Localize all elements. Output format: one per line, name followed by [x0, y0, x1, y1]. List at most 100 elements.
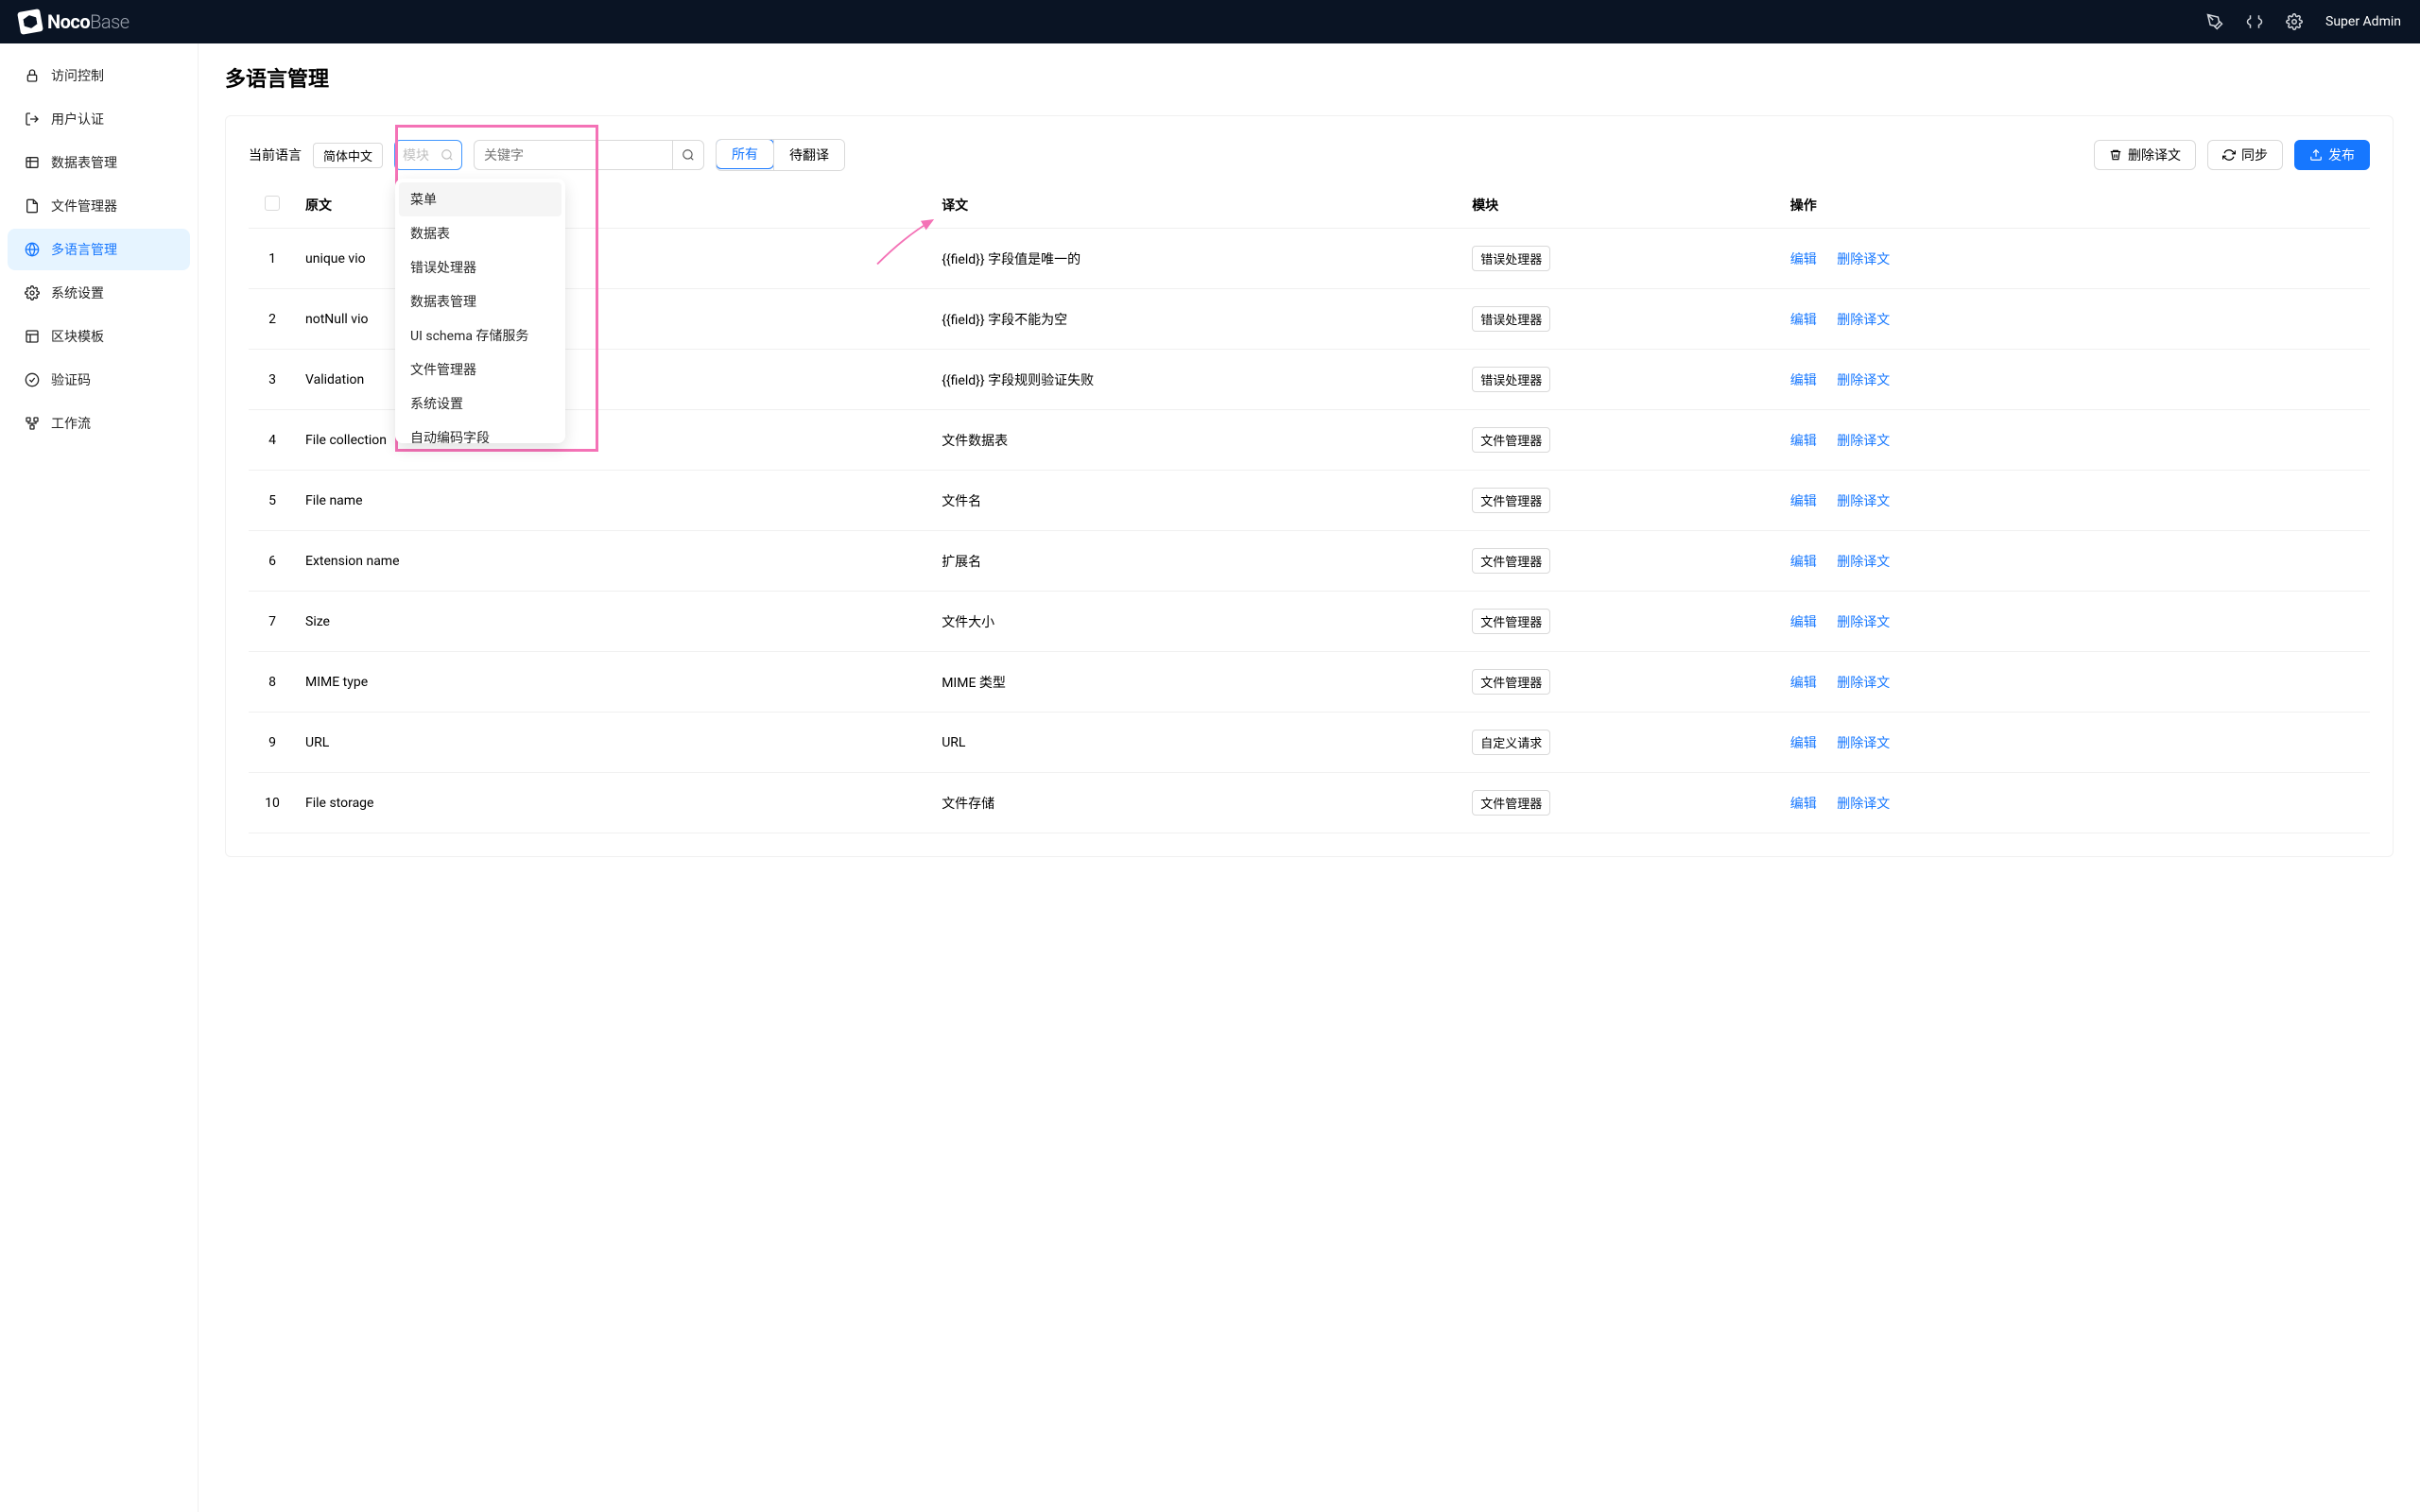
- user-menu[interactable]: Super Admin: [2325, 14, 2401, 29]
- file-icon: [25, 198, 40, 214]
- search-icon: [682, 148, 695, 162]
- edit-link[interactable]: 编辑: [1790, 676, 1817, 691]
- current-lang-value[interactable]: 简体中文: [313, 143, 383, 168]
- cell-module: 文件管理器: [1462, 531, 1781, 592]
- module-tag: 文件管理器: [1472, 609, 1550, 634]
- table-row: 3 Validation {{field}} 字段规则验证失败 错误处理器 编辑…: [249, 350, 2370, 410]
- publish-button[interactable]: 发布: [2294, 140, 2370, 170]
- cell-module: 错误处理器: [1462, 350, 1781, 410]
- edit-link[interactable]: 编辑: [1790, 313, 1817, 328]
- edit-link[interactable]: 编辑: [1790, 555, 1817, 570]
- module-tag: 错误处理器: [1472, 246, 1550, 271]
- edit-link[interactable]: 编辑: [1790, 373, 1817, 388]
- cell-translation: {{field}} 字段规则验证失败: [932, 350, 1462, 410]
- sidebar-item-5[interactable]: 系统设置: [8, 272, 190, 314]
- delete-link[interactable]: 删除译文: [1837, 434, 1890, 449]
- layout-icon: [25, 329, 40, 344]
- delete-link[interactable]: 删除译文: [1837, 373, 1890, 388]
- cell-actions: 编辑 删除译文: [1781, 410, 2370, 471]
- module-tag: 错误处理器: [1472, 367, 1550, 392]
- sidebar-item-label: 工作流: [51, 414, 91, 433]
- edit-link[interactable]: 编辑: [1790, 797, 1817, 812]
- cell-translation: URL: [932, 713, 1462, 773]
- cell-translation: 文件大小: [932, 592, 1462, 652]
- row-index: 10: [249, 773, 296, 833]
- lock-icon: [25, 68, 40, 83]
- delete-translation-button[interactable]: 删除译文: [2094, 140, 2196, 170]
- cell-translation: {{field}} 字段值是唯一的: [932, 229, 1462, 289]
- dropdown-item[interactable]: 数据表: [399, 216, 562, 250]
- cell-actions: 编辑 删除译文: [1781, 713, 2370, 773]
- select-all-checkbox[interactable]: [265, 196, 280, 211]
- sidebar: 访问控制用户认证数据表管理文件管理器多语言管理系统设置区块模板验证码工作流: [0, 43, 199, 1512]
- brand[interactable]: NocoBase: [19, 10, 130, 33]
- delete-link[interactable]: 删除译文: [1837, 555, 1890, 570]
- search-button[interactable]: [672, 140, 704, 170]
- content-card: 当前语言 简体中文 模块 菜单数据表错误处理器数据表管理UI schema 存储…: [225, 115, 2394, 857]
- dropdown-item[interactable]: 菜单: [399, 182, 562, 216]
- table-row: 4 File collection 文件数据表 文件管理器 编辑 删除译文: [249, 410, 2370, 471]
- page-title: 多语言管理: [225, 62, 2394, 93]
- sidebar-item-4[interactable]: 多语言管理: [8, 229, 190, 270]
- sidebar-item-6[interactable]: 区块模板: [8, 316, 190, 357]
- module-select[interactable]: 模块 菜单数据表错误处理器数据表管理UI schema 存储服务文件管理器系统设…: [394, 140, 462, 170]
- delete-link[interactable]: 删除译文: [1837, 494, 1890, 509]
- col-actions: 操作: [1781, 182, 2370, 229]
- plugin-icon[interactable]: [2246, 13, 2263, 30]
- delete-link[interactable]: 删除译文: [1837, 797, 1890, 812]
- cell-translation: 文件数据表: [932, 410, 1462, 471]
- edit-link[interactable]: 编辑: [1790, 434, 1817, 449]
- edit-link[interactable]: 编辑: [1790, 252, 1817, 267]
- delete-link[interactable]: 删除译文: [1837, 252, 1890, 267]
- edit-link[interactable]: 编辑: [1790, 736, 1817, 751]
- main-content: 多语言管理 当前语言 简体中文 模块 菜单数据表错误处理器数据表管理UI sch…: [199, 43, 2420, 1512]
- filter-all[interactable]: 所有: [716, 139, 774, 169]
- module-tag: 文件管理器: [1472, 790, 1550, 816]
- module-tag: 自定义请求: [1472, 730, 1550, 755]
- cell-original: MIME type: [296, 652, 932, 713]
- delete-link[interactable]: 删除译文: [1837, 313, 1890, 328]
- table-row: 1 unique vio {{field}} 字段值是唯一的 错误处理器 编辑 …: [249, 229, 2370, 289]
- dropdown-item[interactable]: 数据表管理: [399, 284, 562, 318]
- delete-link[interactable]: 删除译文: [1837, 736, 1890, 751]
- row-index: 3: [249, 350, 296, 410]
- dropdown-item[interactable]: 文件管理器: [399, 352, 562, 387]
- list-icon: [25, 155, 40, 170]
- delete-link[interactable]: 删除译文: [1837, 615, 1890, 630]
- check-icon: [25, 372, 40, 387]
- keyword-input[interactable]: [474, 140, 672, 170]
- dropdown-item[interactable]: UI schema 存储服务: [399, 318, 562, 352]
- publish-label: 发布: [2328, 146, 2355, 164]
- dropdown-item[interactable]: 自动编码字段: [399, 421, 562, 443]
- edit-link[interactable]: 编辑: [1790, 615, 1817, 630]
- dropdown-item[interactable]: 错误处理器: [399, 250, 562, 284]
- dropdown-item[interactable]: 系统设置: [399, 387, 562, 421]
- design-icon[interactable]: [2206, 13, 2223, 30]
- sidebar-item-label: 系统设置: [51, 284, 104, 302]
- sidebar-item-7[interactable]: 验证码: [8, 359, 190, 401]
- flow-icon: [25, 416, 40, 431]
- sidebar-item-label: 验证码: [51, 370, 91, 389]
- row-index: 5: [249, 471, 296, 531]
- table-row: 6 Extension name 扩展名 文件管理器 编辑 删除译文: [249, 531, 2370, 592]
- sidebar-item-1[interactable]: 用户认证: [8, 98, 190, 140]
- sidebar-item-2[interactable]: 数据表管理: [8, 142, 190, 183]
- cell-actions: 编辑 删除译文: [1781, 229, 2370, 289]
- row-index: 7: [249, 592, 296, 652]
- sidebar-item-3[interactable]: 文件管理器: [8, 185, 190, 227]
- delete-link[interactable]: 删除译文: [1837, 676, 1890, 691]
- sync-button[interactable]: 同步: [2207, 140, 2283, 170]
- cell-original: URL: [296, 713, 932, 773]
- edit-link[interactable]: 编辑: [1790, 494, 1817, 509]
- sync-label: 同步: [2241, 146, 2268, 164]
- translations-table: 原文 译文 模块 操作 1 unique vio {{field}} 字段值是唯…: [249, 182, 2370, 833]
- gear-icon[interactable]: [2286, 13, 2303, 30]
- sidebar-item-label: 数据表管理: [51, 153, 117, 172]
- logo-text: NocoBase: [47, 10, 130, 33]
- cell-module: 文件管理器: [1462, 592, 1781, 652]
- sidebar-item-0[interactable]: 访问控制: [8, 55, 190, 96]
- cell-module: 错误处理器: [1462, 229, 1781, 289]
- sidebar-item-8[interactable]: 工作流: [8, 403, 190, 444]
- logout-icon: [25, 112, 40, 127]
- filter-untranslated[interactable]: 待翻译: [774, 140, 844, 170]
